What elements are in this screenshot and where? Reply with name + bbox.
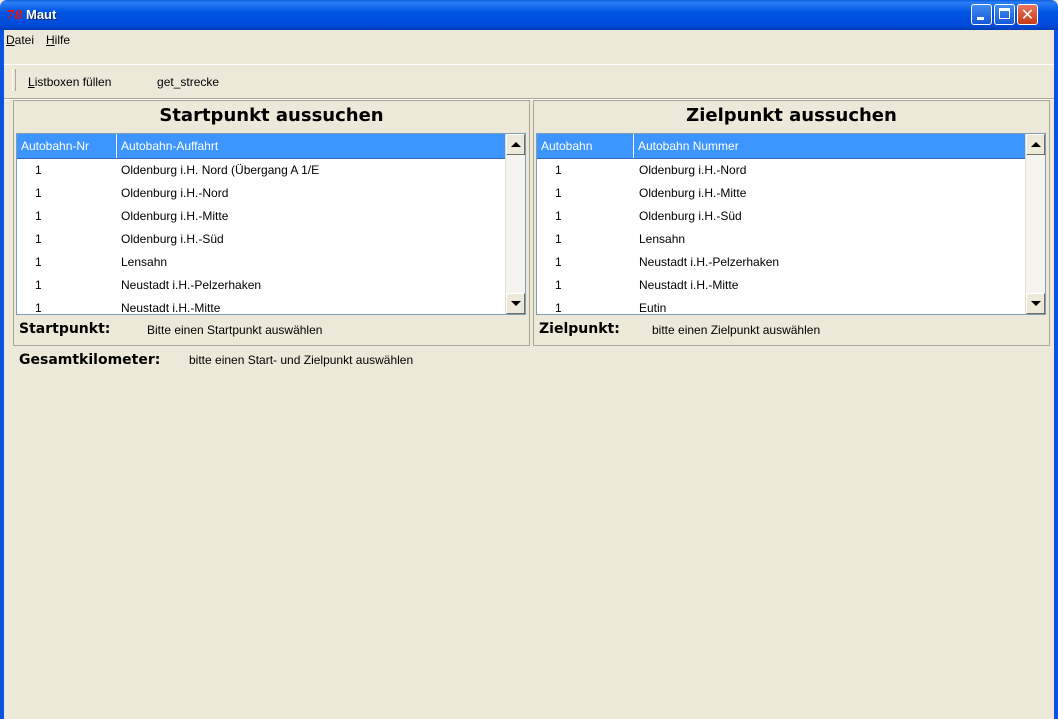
list-item[interactable]: 1 Oldenburg i.H.-Mitte [17, 205, 505, 228]
end-listbox[interactable]: Autobahn Autobahn Nummer 1 Oldenburg i.H.… [536, 133, 1046, 315]
list-cell-nr: 1 [555, 278, 562, 292]
list-cell-name: Oldenburg i.H. Nord (Übergang A 1/E [121, 163, 320, 177]
list-cell-nr: 1 [35, 301, 42, 315]
end-list-scrollbar[interactable] [1025, 134, 1045, 314]
column-header-autobahn-nr[interactable]: Autobahn-Nr [17, 134, 117, 158]
list-cell-nr: 1 [555, 163, 562, 177]
arrow-up-icon [511, 142, 521, 147]
list-cell-name: Lensahn [121, 255, 168, 269]
app-icon: 78 [6, 8, 23, 22]
end-status-label: Zielpunkt: [539, 321, 620, 337]
scroll-down-button[interactable] [506, 293, 525, 314]
fill-listboxes-button[interactable]: Listboxen füllen [28, 75, 111, 89]
menu-hilfe-label: ilfe [54, 33, 71, 47]
list-cell-name: Oldenburg i.H.-Süd [639, 209, 742, 223]
list-cell-nr: 1 [35, 278, 42, 292]
list-cell-nr: 1 [555, 301, 562, 315]
maximize-button[interactable] [994, 4, 1015, 25]
list-cell-name: Neustadt i.H.-Mitte [639, 278, 739, 292]
menu-datei-mnemonic: D [6, 33, 15, 47]
list-cell-name: Oldenburg i.H.-Nord [639, 163, 747, 177]
start-panel-title: Startpunkt aussuchen [159, 105, 384, 126]
list-cell-nr: 1 [555, 209, 562, 223]
list-cell-name: Oldenburg i.H.-Süd [121, 232, 224, 246]
start-status-value: Bitte einen Startpunkt auswählen [147, 323, 323, 337]
total-km-label: Gesamtkilometer: [19, 352, 161, 368]
window-frame-right [1054, 30, 1058, 719]
list-cell-name: Neustadt i.H.-Pelzerhaken [121, 278, 262, 292]
end-panel-title: Zielpunkt aussuchen [686, 105, 897, 126]
minimize-button[interactable] [971, 4, 992, 25]
scroll-up-button[interactable] [506, 134, 525, 155]
list-item[interactable]: 1 Lensahn [537, 228, 1025, 251]
list-item[interactable]: 1 Eutin [537, 297, 1025, 315]
list-cell-nr: 1 [35, 255, 42, 269]
list-cell-name: Neustadt i.H.-Mitte [121, 301, 221, 315]
list-item[interactable]: 1 Neustadt i.H.-Pelzerhaken [537, 251, 1025, 274]
minimize-icon [977, 17, 984, 20]
list-cell-nr: 1 [35, 232, 42, 246]
menu-hilfe-mnemonic: H [46, 33, 55, 47]
end-list-header: Autobahn Autobahn Nummer [537, 134, 1025, 159]
list-cell-nr: 1 [555, 232, 562, 246]
list-cell-nr: 1 [555, 255, 562, 269]
list-cell-name: Lensahn [639, 232, 686, 246]
end-status-value: bitte einen Zielpunkt auswählen [652, 323, 821, 337]
list-item[interactable]: 1 Oldenburg i.H.-Nord [537, 159, 1025, 182]
fill-listboxes-label: istboxen füllen [34, 75, 112, 89]
list-item[interactable]: 1 Oldenburg i.H. Nord (Übergang A 1/E [17, 159, 505, 182]
list-item[interactable]: 1 Oldenburg i.H.-Nord [17, 182, 505, 205]
fill-listboxes-mnemonic: L [28, 75, 35, 89]
list-item[interactable]: 1 Oldenburg i.H.-Süd [17, 228, 505, 251]
list-cell-nr: 1 [35, 209, 42, 223]
column-header-autobahn-auffahrt[interactable]: Autobahn-Auffahrt [117, 134, 505, 158]
arrow-up-icon [1031, 142, 1041, 147]
scroll-up-button[interactable] [1026, 134, 1045, 155]
get-strecke-mnemonic: g [157, 75, 164, 89]
menu-datei[interactable]: Datei [6, 33, 34, 47]
list-cell-name: Neustadt i.H.-Pelzerhaken [639, 255, 780, 269]
menu-bar: Datei Hilfe [4, 30, 1054, 50]
list-cell-name: Oldenburg i.H.-Nord [121, 186, 229, 200]
list-cell-name: Eutin [639, 301, 667, 315]
arrow-down-icon [511, 301, 521, 306]
menu-datei-label: atei [14, 33, 35, 47]
end-panel: Zielpunkt aussuchen Autobahn Autobahn Nu… [533, 100, 1050, 346]
toolbar-grip[interactable] [12, 69, 16, 91]
start-list-scrollbar[interactable] [505, 134, 525, 314]
list-cell-name: Oldenburg i.H.-Mitte [639, 186, 747, 200]
close-icon: ✕ [1020, 5, 1035, 24]
get-strecke-button[interactable]: get_strecke [157, 75, 219, 89]
arrow-down-icon [1031, 301, 1041, 306]
list-item[interactable]: 1 Neustadt i.H.-Mitte [537, 274, 1025, 297]
column-header-autobahn[interactable]: Autobahn [537, 134, 634, 158]
list-item[interactable]: 1 Lensahn [17, 251, 505, 274]
list-item[interactable]: 1 Oldenburg i.H.-Mitte [537, 182, 1025, 205]
list-cell-nr: 1 [555, 186, 562, 200]
list-item[interactable]: 1 Neustadt i.H.-Mitte [17, 297, 505, 315]
list-cell-nr: 1 [35, 163, 42, 177]
start-listbox[interactable]: Autobahn-Nr Autobahn-Auffahrt 1 Oldenburg… [16, 133, 526, 315]
column-header-autobahn-nummer[interactable]: Autobahn Nummer [634, 134, 1025, 158]
toolbar: Listboxen füllen get_strecke [4, 64, 1054, 99]
close-button[interactable]: ✕ [1017, 4, 1038, 25]
scroll-down-button[interactable] [1026, 293, 1045, 314]
list-item[interactable]: 1 Oldenburg i.H.-Süd [537, 205, 1025, 228]
start-list-header: Autobahn-Nr Autobahn-Auffahrt [17, 134, 505, 159]
total-km-value: bitte einen Start- und Zielpunkt auswähl… [189, 353, 414, 367]
list-cell-nr: 1 [35, 186, 42, 200]
maximize-icon [999, 8, 1010, 19]
start-status-label: Startpunkt: [19, 321, 111, 337]
menu-hilfe[interactable]: Hilfe [46, 33, 70, 47]
start-panel: Startpunkt aussuchen Autobahn-Nr Autobah… [13, 100, 530, 346]
window-title: Maut [26, 7, 57, 22]
list-item[interactable]: 1 Neustadt i.H.-Pelzerhaken [17, 274, 505, 297]
title-bar[interactable]: 78 Maut ✕ [0, 0, 1058, 30]
list-cell-name: Oldenburg i.H.-Mitte [121, 209, 229, 223]
get-strecke-label: et_strecke [163, 75, 220, 89]
window-frame-left [0, 30, 4, 719]
